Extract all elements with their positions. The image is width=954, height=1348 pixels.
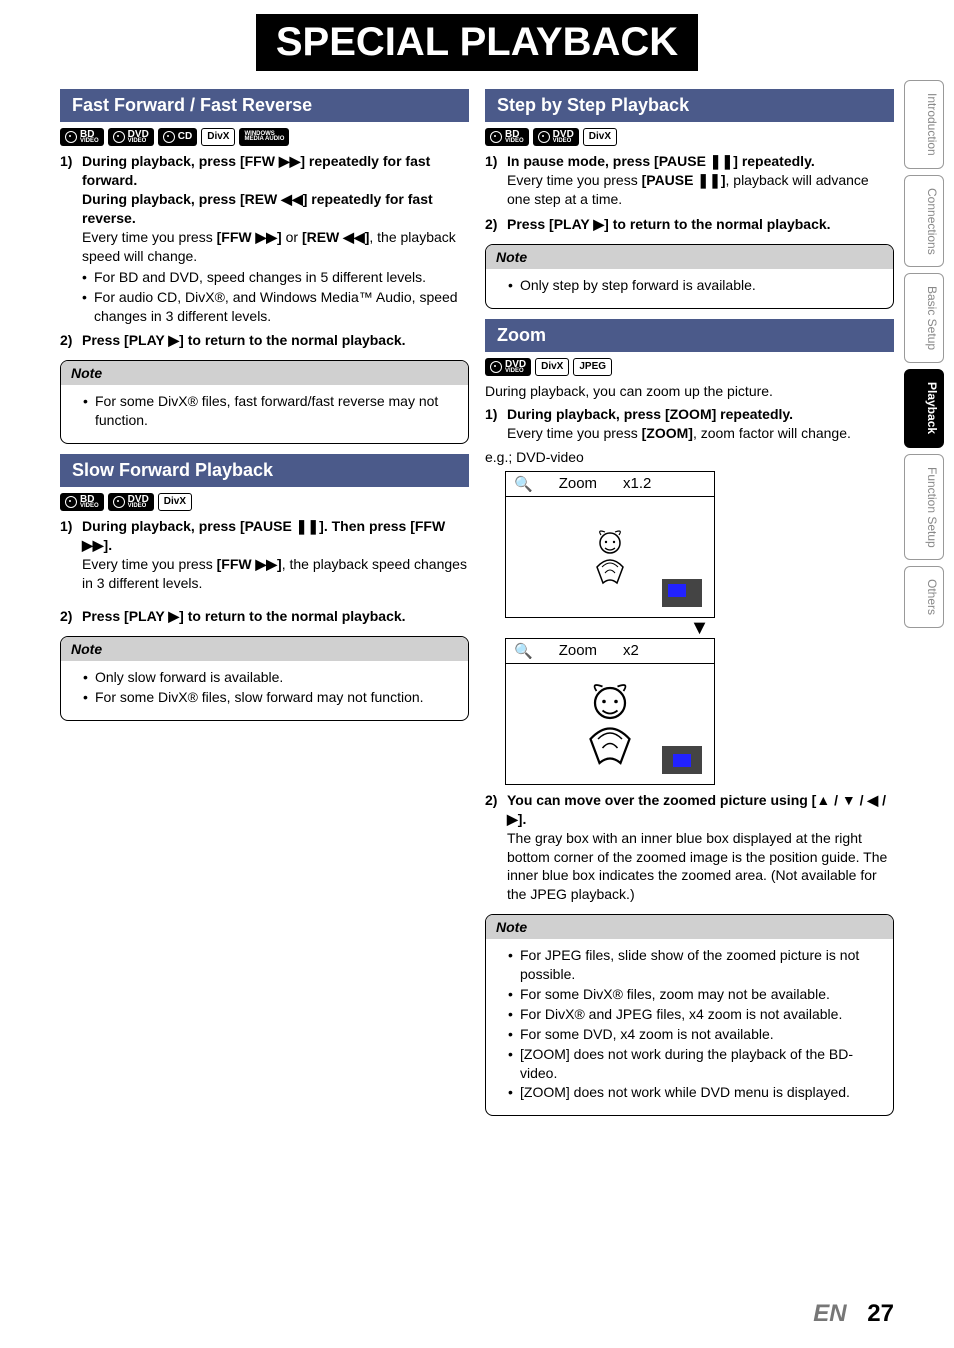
badge-divx: DivX <box>535 358 569 376</box>
step-step1: In pause mode, press [PAUSE ❚❚] repeated… <box>485 152 894 209</box>
pause-icon: ❚❚ <box>710 153 733 169</box>
zoom-steps: During playback, press [ZOOM] repeatedly… <box>485 405 894 443</box>
zoom-note-5: [ZOOM] does not work during the playback… <box>508 1045 883 1083</box>
character-icon <box>576 679 645 769</box>
pause-icon: ❚❚ <box>296 518 319 534</box>
note-heading: Note <box>61 637 468 661</box>
ffw-icon: ▶▶ <box>255 229 277 245</box>
zoom-frame-1: 🔍 Zoom x1.2 <box>505 471 715 618</box>
zoom-factor-2: x2 <box>623 642 639 659</box>
side-tabs: Introduction Connections Basic Setup Pla… <box>904 80 944 628</box>
zoom-intro: During playback, you can zoom up the pic… <box>485 382 894 401</box>
step-badges: BDVIDEO DVDVIDEO DivX <box>485 128 894 146</box>
zoom-eg: e.g.; DVD-video <box>485 449 894 465</box>
zoom-badges: DVDVIDEO DivX JPEG <box>485 358 894 376</box>
tab-function-setup[interactable]: Function Setup <box>904 454 944 561</box>
ffrev-step2: Press [PLAY ▶] to return to the normal p… <box>60 331 469 350</box>
badge-dvd: DVDVIDEO <box>108 493 154 511</box>
badge-bd: BDVIDEO <box>60 128 104 146</box>
badge-dvd: DVDVIDEO <box>108 128 154 146</box>
badge-jpeg: JPEG <box>573 358 612 376</box>
badge-divx: DivX <box>158 493 192 511</box>
zoom-note-1: For JPEG files, slide show of the zoomed… <box>508 946 883 984</box>
slow-step2: Press [PLAY ▶] to return to the normal p… <box>60 607 469 626</box>
ffw-icon: ▶▶ <box>255 556 277 572</box>
position-guide <box>662 579 702 607</box>
slow-note: Note Only slow forward is available. For… <box>60 636 469 721</box>
slow-note-1: Only slow forward is available. <box>83 668 458 687</box>
zoom-note-3: For DivX® and JPEG files, x4 zoom is not… <box>508 1005 883 1024</box>
badge-divx: DivX <box>201 128 235 146</box>
magnifier-icon: 🔍 <box>514 475 533 493</box>
badge-bd: BDVIDEO <box>60 493 104 511</box>
section-ffrev-header: Fast Forward / Fast Reverse <box>60 89 469 122</box>
page-title: SPECIAL PLAYBACK <box>256 14 698 71</box>
ffrev-bullets: For BD and DVD, speed changes in 5 diffe… <box>82 268 469 326</box>
ffrev-bullet-1: For BD and DVD, speed changes in 5 diffe… <box>82 268 469 287</box>
zoom-note-2: For some DivX® files, zoom may not be av… <box>508 985 883 1004</box>
zoom-step1: During playback, press [ZOOM] repeatedly… <box>485 405 894 443</box>
position-guide <box>662 746 702 774</box>
step-note: Note Only step by step forward is availa… <box>485 244 894 309</box>
badge-cd: CD <box>158 128 197 146</box>
ffw-icon: ▶▶ <box>279 153 301 169</box>
rew-icon: ◀◀ <box>343 229 365 245</box>
slow-steps: During playback, press [PAUSE ❚❚]. Then … <box>60 517 469 625</box>
step-step2: Press [PLAY ▶] to return to the normal p… <box>485 215 894 234</box>
badge-dvd: DVDVIDEO <box>485 358 531 376</box>
tab-introduction[interactable]: Introduction <box>904 80 944 169</box>
ffrev-bullet-2: For audio CD, DivX®, and Windows Media™ … <box>82 288 469 326</box>
down-arrow-icon: ▼ <box>505 622 894 634</box>
character-icon <box>587 527 633 587</box>
badge-divx: DivX <box>583 128 617 146</box>
zoom-factor-1: x1.2 <box>623 475 651 492</box>
play-icon: ▶ <box>168 608 179 624</box>
page-footer: EN 27 <box>813 1300 894 1328</box>
zoom-note: Note For JPEG files, slide show of the z… <box>485 914 894 1116</box>
pause-icon: ❚❚ <box>697 172 720 188</box>
zoom-steps-2: You can move over the zoomed picture usi… <box>485 791 894 904</box>
zoom-step2: You can move over the zoomed picture usi… <box>485 791 894 904</box>
ffrev-steps: During playback, press [FFW ▶▶] repeated… <box>60 152 469 350</box>
badge-wma: WINDOWSMEDIA AUDIO <box>239 128 289 146</box>
slow-step1: During playback, press [PAUSE ❚❚]. Then … <box>60 517 469 593</box>
slow-badges: BDVIDEO DVDVIDEO DivX <box>60 493 469 511</box>
step-note-1: Only step by step forward is available. <box>508 276 883 295</box>
ffrev-note: Note For some DivX® files, fast forward/… <box>60 360 469 444</box>
ffrev-note-1: For some DivX® files, fast forward/fast … <box>83 392 458 430</box>
section-slow-header: Slow Forward Playback <box>60 454 469 487</box>
left-column: Fast Forward / Fast Reverse BDVIDEO DVDV… <box>60 81 469 1126</box>
section-step-header: Step by Step Playback <box>485 89 894 122</box>
step-steps: In pause mode, press [PAUSE ❚❚] repeated… <box>485 152 894 234</box>
badge-bd: BDVIDEO <box>485 128 529 146</box>
play-icon: ▶ <box>168 332 179 348</box>
tab-connections[interactable]: Connections <box>904 175 944 268</box>
ffw-icon: ▶▶ <box>82 537 104 553</box>
note-heading: Note <box>61 361 468 385</box>
ffrev-badges: BDVIDEO DVDVIDEO CD DivX WINDOWSMEDIA AU… <box>60 128 469 146</box>
rew-icon: ◀◀ <box>281 191 303 207</box>
slow-note-2: For some DivX® files, slow forward may n… <box>83 688 458 707</box>
note-heading: Note <box>486 915 893 939</box>
play-icon: ▶ <box>593 216 604 232</box>
ffrev-step1: During playback, press [FFW ▶▶] repeated… <box>60 152 469 325</box>
tab-playback[interactable]: Playback <box>904 369 944 447</box>
zoom-frame-2: 🔍 Zoom x2 <box>505 638 715 785</box>
badge-dvd: DVDVIDEO <box>533 128 579 146</box>
zoom-note-6: [ZOOM] does not work while DVD menu is d… <box>508 1083 883 1102</box>
zoom-diagram: 🔍 Zoom x1.2 <box>505 471 894 785</box>
tab-basic-setup[interactable]: Basic Setup <box>904 273 944 363</box>
zoom-label-2: Zoom <box>559 642 597 659</box>
tab-others[interactable]: Others <box>904 566 944 628</box>
lang-code: EN <box>813 1300 846 1327</box>
zoom-label-1: Zoom <box>559 475 597 492</box>
note-heading: Note <box>486 245 893 269</box>
zoom-note-4: For some DVD, x4 zoom is not available. <box>508 1025 883 1044</box>
section-zoom-header: Zoom <box>485 319 894 352</box>
right-column: Step by Step Playback BDVIDEO DVDVIDEO D… <box>485 81 894 1126</box>
page-number: 27 <box>867 1300 894 1327</box>
magnifier-icon: 🔍 <box>514 642 533 660</box>
